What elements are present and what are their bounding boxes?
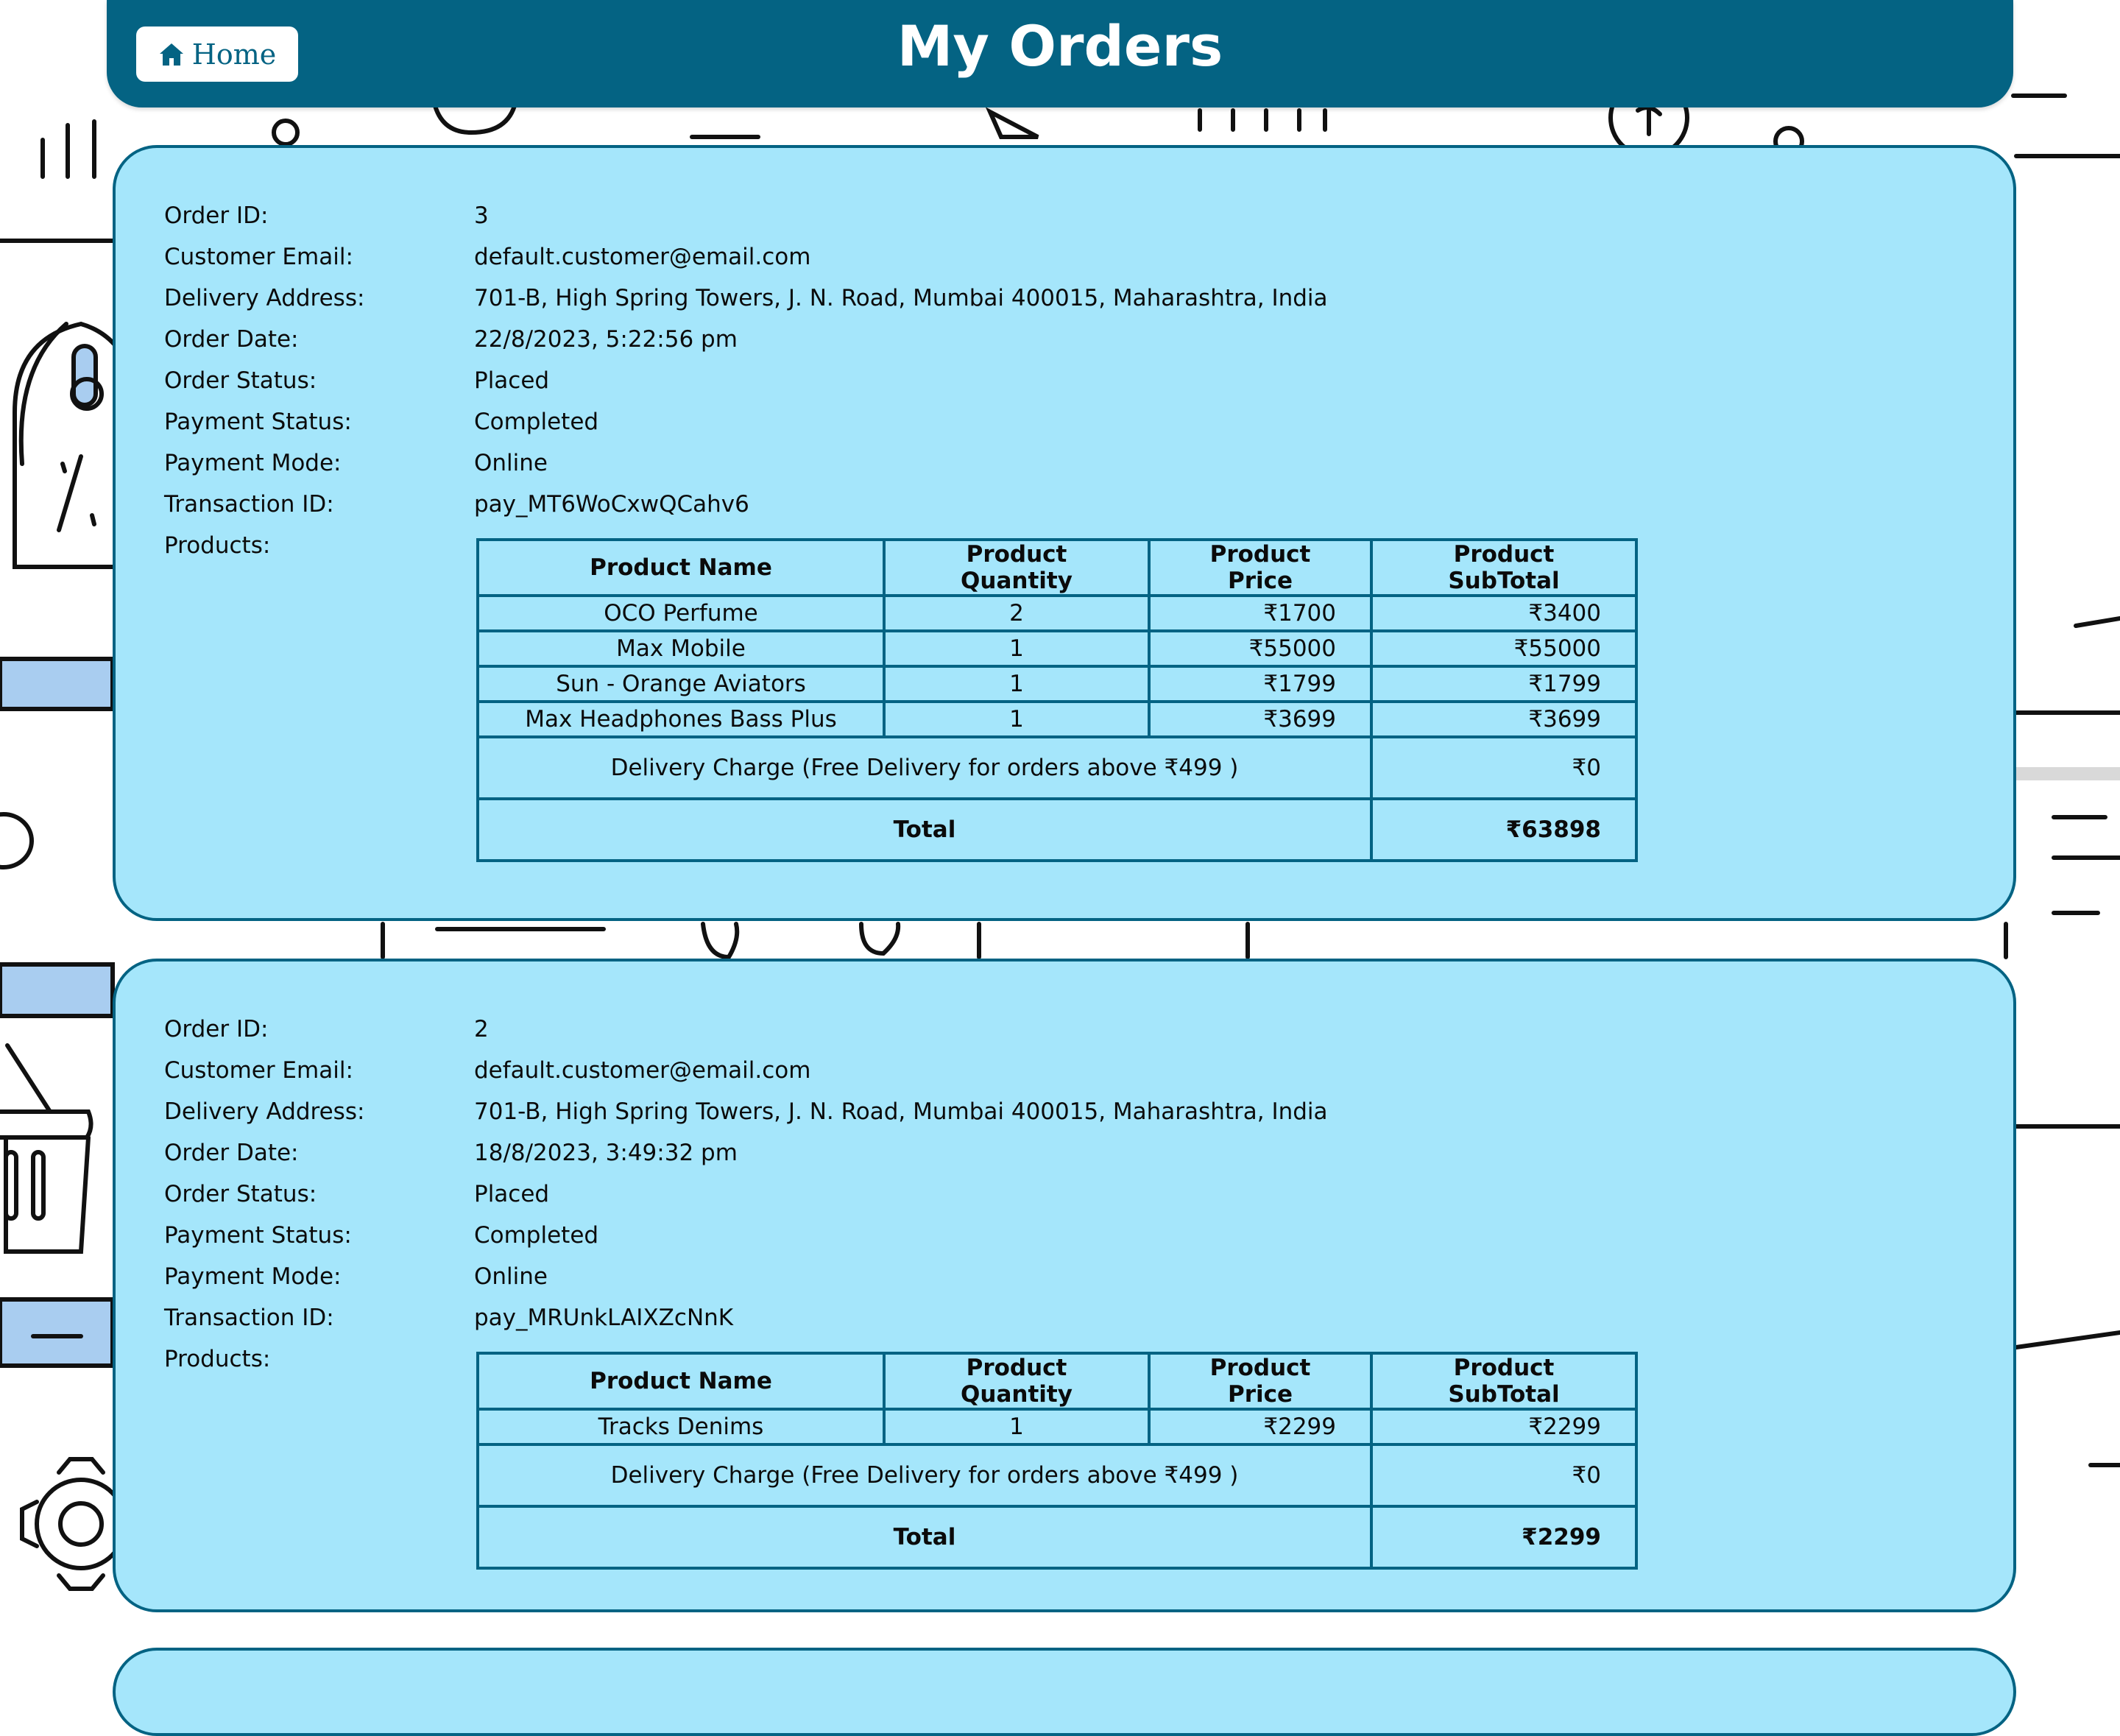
product-quantity-cell: 1 — [883, 700, 1151, 738]
products-table: Product Name Product Quantity Product Pr… — [476, 538, 1638, 862]
table-row: Tracks Denims 1 ₹2299 ₹2299 — [476, 1408, 1638, 1446]
product-price-cell: ₹1799 — [1148, 665, 1373, 703]
total-value: ₹2299 — [1370, 1505, 1638, 1570]
header-bar: Home My Orders — [107, 0, 2013, 107]
delivery-address-value: 701-B, High Spring Towers, J. N. Road, M… — [474, 1098, 1328, 1125]
delivery-charge-label: Delivery Charge (Free Delivery for order… — [476, 735, 1373, 800]
column-header-quantity: Product Quantity — [883, 538, 1151, 597]
total-row: Total ₹63898 — [476, 797, 1638, 862]
order-id-label: Order ID: — [164, 1016, 269, 1042]
total-value: ₹63898 — [1370, 797, 1638, 862]
column-header-subtotal: Product SubTotal — [1370, 1352, 1638, 1411]
customer-email-value: default.customer@email.com — [474, 1057, 811, 1084]
total-row: Total ₹2299 — [476, 1505, 1638, 1570]
column-header-price: Product Price — [1148, 1352, 1373, 1411]
delivery-charge-label: Delivery Charge (Free Delivery for order… — [476, 1443, 1373, 1508]
order-card-partial — [113, 1648, 2016, 1736]
product-name-cell: OCO Perfume — [476, 594, 886, 632]
product-name-cell: Max Mobile — [476, 629, 886, 668]
product-subtotal-cell: ₹55000 — [1370, 629, 1638, 668]
delivery-charge-row: Delivery Charge (Free Delivery for order… — [476, 1443, 1638, 1508]
delivery-address-label: Delivery Address: — [164, 1098, 365, 1125]
payment-mode-label: Payment Mode: — [164, 1263, 342, 1290]
product-name-cell: Sun - Orange Aviators — [476, 665, 886, 703]
product-name-cell: Max Headphones Bass Plus — [476, 700, 886, 738]
product-quantity-cell: 2 — [883, 594, 1151, 632]
column-header-quantity: Product Quantity — [883, 1352, 1151, 1411]
product-price-cell: ₹1700 — [1148, 594, 1373, 632]
order-status-value: Placed — [474, 1181, 550, 1207]
payment-status-label: Payment Status: — [164, 1222, 352, 1249]
customer-email-label: Customer Email: — [164, 244, 353, 270]
product-name-cell: Tracks Denims — [476, 1408, 886, 1446]
product-price-cell: ₹3699 — [1148, 700, 1373, 738]
product-subtotal-cell: ₹3400 — [1370, 594, 1638, 632]
order-status-label: Order Status: — [164, 367, 317, 394]
order-id-value: 3 — [474, 202, 489, 229]
table-header-row: Product Name Product Quantity Product Pr… — [476, 538, 1638, 597]
products-table: Product Name Product Quantity Product Pr… — [476, 1352, 1638, 1570]
total-label: Total — [476, 797, 1373, 862]
order-date-label: Order Date: — [164, 1140, 299, 1166]
products-label: Products: — [164, 1346, 271, 1372]
transaction-id-value: pay_MRUnkLAIXZcNnK — [474, 1305, 734, 1331]
product-subtotal-cell: ₹1799 — [1370, 665, 1638, 703]
transaction-id-value: pay_MT6WoCxwQCahv6 — [474, 491, 749, 518]
total-label: Total — [476, 1505, 1373, 1570]
table-row: Max Mobile 1 ₹55000 ₹55000 — [476, 629, 1638, 668]
transaction-id-label: Transaction ID: — [164, 1305, 334, 1331]
payment-status-value: Completed — [474, 1222, 599, 1249]
delivery-address-label: Delivery Address: — [164, 285, 365, 311]
column-header-subtotal: Product SubTotal — [1370, 538, 1638, 597]
column-header-price: Product Price — [1148, 538, 1373, 597]
order-card: Order ID: 3 Customer Email: default.cust… — [113, 145, 2016, 921]
table-row: Sun - Orange Aviators 1 ₹1799 ₹1799 — [476, 665, 1638, 703]
table-row: OCO Perfume 2 ₹1700 ₹3400 — [476, 594, 1638, 632]
order-status-label: Order Status: — [164, 1181, 317, 1207]
order-date-value: 18/8/2023, 3:49:32 pm — [474, 1140, 738, 1166]
product-quantity-cell: 1 — [883, 1408, 1151, 1446]
payment-mode-value: Online — [474, 1263, 548, 1290]
payment-mode-label: Payment Mode: — [164, 450, 342, 476]
payment-mode-value: Online — [474, 450, 548, 476]
product-subtotal-cell: ₹2299 — [1370, 1408, 1638, 1446]
column-header-product-name: Product Name — [476, 1352, 886, 1411]
customer-email-value: default.customer@email.com — [474, 244, 811, 270]
delivery-charge-value: ₹0 — [1370, 1443, 1638, 1508]
product-price-cell: ₹55000 — [1148, 629, 1373, 668]
product-quantity-cell: 1 — [883, 665, 1151, 703]
order-date-value: 22/8/2023, 5:22:56 pm — [474, 326, 738, 353]
product-price-cell: ₹2299 — [1148, 1408, 1373, 1446]
order-id-label: Order ID: — [164, 202, 269, 229]
delivery-address-value: 701-B, High Spring Towers, J. N. Road, M… — [474, 285, 1328, 311]
delivery-charge-value: ₹0 — [1370, 735, 1638, 800]
product-quantity-cell: 1 — [883, 629, 1151, 668]
table-header-row: Product Name Product Quantity Product Pr… — [476, 1352, 1638, 1411]
delivery-charge-row: Delivery Charge (Free Delivery for order… — [476, 735, 1638, 800]
product-subtotal-cell: ₹3699 — [1370, 700, 1638, 738]
order-date-label: Order Date: — [164, 326, 299, 353]
transaction-id-label: Transaction ID: — [164, 491, 334, 518]
payment-status-value: Completed — [474, 409, 599, 435]
column-header-product-name: Product Name — [476, 538, 886, 597]
customer-email-label: Customer Email: — [164, 1057, 353, 1084]
order-card: Order ID: 2 Customer Email: default.cust… — [113, 959, 2016, 1612]
order-id-value: 2 — [474, 1016, 489, 1042]
payment-status-label: Payment Status: — [164, 409, 352, 435]
products-label: Products: — [164, 532, 271, 559]
page-title: My Orders — [897, 13, 1223, 79]
order-status-value: Placed — [474, 367, 550, 394]
table-row: Max Headphones Bass Plus 1 ₹3699 ₹3699 — [476, 700, 1638, 738]
